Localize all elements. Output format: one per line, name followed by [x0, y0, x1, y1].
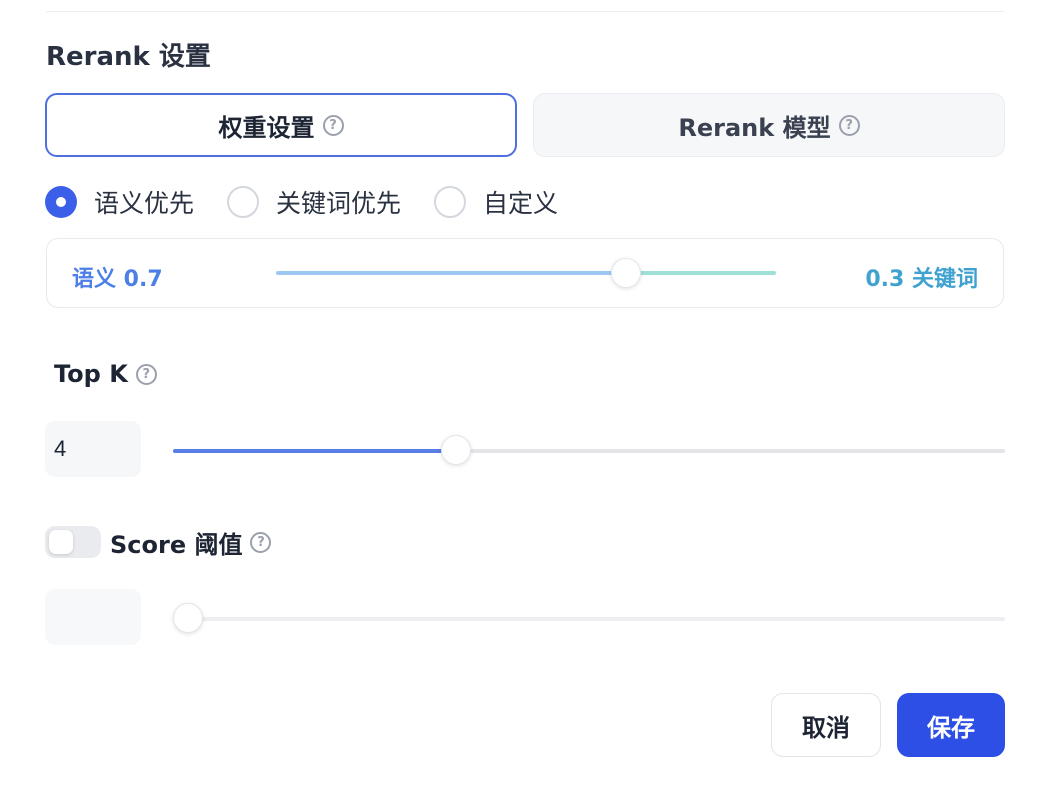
score-threshold-toggle[interactable]	[45, 526, 101, 558]
radio-semantic-first[interactable]: 语义优先	[45, 184, 194, 220]
save-button[interactable]: 保存	[897, 693, 1005, 757]
top-k-label-text: Top K	[54, 360, 128, 388]
tab-weight-settings-label: 权重设置	[218, 113, 315, 142]
top-divider	[46, 11, 1004, 12]
score-threshold-slider[interactable]	[173, 603, 1005, 633]
top-k-input[interactable]: 4	[45, 421, 141, 477]
weight-slider-track[interactable]	[276, 271, 776, 275]
score-threshold-slider-thumb[interactable]	[173, 603, 203, 633]
top-k-slider-thumb[interactable]	[440, 435, 471, 465]
radio-keyword-first[interactable]: 关键词优先	[227, 184, 401, 220]
radio-label: 语义优先	[94, 189, 195, 218]
help-icon[interactable]: ?	[322, 114, 344, 136]
top-k-slider[interactable]	[173, 435, 1005, 465]
tab-rerank-model-label: Rerank 模型	[678, 113, 831, 142]
mode-radio-group: 语义优先 关键词优先 自定义	[45, 184, 591, 220]
tab-weight-settings[interactable]: 权重设置 ?	[45, 93, 517, 157]
weight-slider-box: 语义 0.7 0.3 关键词	[46, 238, 1004, 308]
section-title: Rerank 设置	[46, 42, 211, 72]
score-threshold-input[interactable]	[45, 589, 141, 645]
radio-custom[interactable]: 自定义	[434, 184, 558, 220]
semantic-weight-segment	[276, 271, 626, 275]
score-threshold-label: Score 阈值 ?	[110, 525, 272, 560]
keyword-weight-segment	[626, 271, 776, 275]
help-icon[interactable]: ?	[250, 531, 272, 553]
toggle-knob	[49, 530, 73, 554]
radio-circle-checked[interactable]	[45, 186, 77, 218]
keyword-weight-label: 0.3 关键词	[865, 267, 978, 292]
score-threshold-row: Score 阈值 ?	[45, 524, 272, 560]
semantic-weight-label: 语义 0.7	[72, 267, 163, 292]
tab-rerank-model[interactable]: Rerank 模型 ?	[533, 93, 1005, 157]
help-icon[interactable]: ?	[135, 363, 157, 385]
weight-slider-thumb[interactable]	[611, 258, 641, 288]
radio-circle[interactable]	[434, 186, 467, 218]
help-icon[interactable]: ?	[838, 114, 860, 136]
radio-label: 自定义	[483, 189, 559, 218]
score-threshold-label-text: Score 阈值	[110, 530, 243, 559]
radio-label: 关键词优先	[276, 189, 402, 218]
cancel-button[interactable]: 取消	[771, 693, 881, 757]
top-k-label: Top K ?	[54, 360, 157, 388]
top-k-slider-fill	[173, 449, 456, 453]
radio-circle[interactable]	[227, 186, 260, 218]
